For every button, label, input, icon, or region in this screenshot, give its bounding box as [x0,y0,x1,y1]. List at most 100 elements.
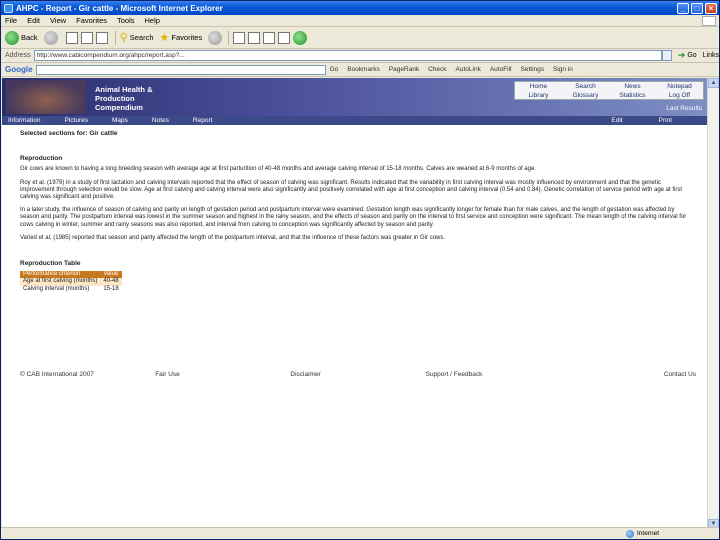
brand-line: Production [95,94,135,103]
google-autolink-button[interactable]: AutoLink [456,66,481,73]
tab-maps[interactable]: Maps [112,117,128,124]
maximize-button[interactable]: □ [691,2,703,14]
home-icon[interactable] [95,31,108,44]
table-cell: Calving interval (months) [23,285,90,292]
menu-help[interactable]: Help [145,16,160,25]
google-toolbar: Google Go Bookmarks PageRank Check AutoL… [1,63,719,77]
refresh-icon[interactable] [80,31,93,44]
table-header-row: Performance criterion Value [20,271,122,279]
discuss-icon[interactable] [278,31,291,44]
search-label: Search [129,33,154,42]
search-icon: ⚲ [119,32,128,44]
windows-logo-icon [702,15,716,26]
copyright-text: © CAB International 2007 [20,371,94,378]
menu-favorites[interactable]: Favorites [76,16,107,25]
menu-tools[interactable]: Tools [117,16,135,25]
menu-file[interactable]: File [5,16,17,25]
table-cell: 15-18 [103,285,119,292]
table-cell: Age at first calving (months) [20,278,101,286]
stop-icon[interactable] [65,31,78,44]
favorites-label: Favorites [171,33,203,42]
security-zone: Internet [626,529,660,538]
last-results-link[interactable]: Last Results [666,105,702,112]
go-arrow-icon: ➔ [677,50,686,60]
nav-glossary[interactable]: Glossary [562,91,609,100]
nav-logoff[interactable]: Log Off [656,91,703,100]
back-button[interactable]: Back [5,30,38,45]
report-content: Selected sections for: Gir cattle Reprod… [2,125,708,293]
table-header: Performance criterion [20,271,101,279]
nav-home[interactable]: Home [515,82,562,91]
google-pagerank[interactable]: PageRank [389,66,419,73]
contact-us-link[interactable]: Contact Us [561,371,696,378]
page-viewport: Animal Health & Production Compendium Ho… [2,78,708,529]
toolbar-separator [114,30,116,45]
address-dropdown-button[interactable] [661,50,672,61]
menu-bar: File Edit View Favorites Tools Help [1,15,719,27]
table-row: Calving interval (months) 15-18 [20,286,122,293]
table-title: Reproduction Table [20,260,81,268]
zone-label: Internet [637,530,660,537]
back-label: Back [21,33,38,42]
google-go-button[interactable]: Go [330,66,339,73]
nav-notepad[interactable]: Notepad [656,82,703,91]
go-button[interactable]: ➔ Go [678,50,697,61]
search-button[interactable]: ⚲ Search [120,31,154,44]
section-tabs: Information Pictures Maps Notes Report E… [2,116,708,125]
print-icon[interactable] [248,31,261,44]
nav-news[interactable]: News [609,82,656,91]
tab-print[interactable]: Print [659,117,672,124]
disclaimer-link[interactable]: Disclaimer [290,371,425,378]
reproduction-table: Performance criterion Value Age at first… [20,271,122,293]
table-cell: 40-48 [100,278,122,286]
address-input[interactable]: http://www.cabicompendium.org/ahpc/repor… [33,50,662,61]
page-title: Selected sections for: Gir cattle [20,130,118,137]
mail-icon[interactable] [233,31,246,44]
google-logo[interactable]: Google [5,65,33,74]
google-search-input[interactable] [35,64,326,75]
menu-edit[interactable]: Edit [27,16,40,25]
brand-line: Animal Health & [95,85,153,94]
paragraph: In a later study, the influence of seaso… [20,207,687,228]
favorites-button[interactable]: ★ Favorites [160,31,203,44]
site-banner: Animal Health & Production Compendium Ho… [2,78,708,116]
google-check-button[interactable]: Check [428,66,446,73]
forward-arrow-icon [43,30,58,45]
close-button[interactable]: × [705,2,717,14]
standard-toolbar: Back ⚲ Search ★ Favorites [1,27,719,49]
table-header: Value [100,271,122,279]
google-settings-button[interactable]: Settings [521,66,545,73]
nav-statistics[interactable]: Statistics [609,91,656,100]
banner-image [6,80,86,114]
scroll-up-icon[interactable]: ▲ [708,78,719,88]
minimize-button[interactable]: _ [677,2,689,14]
tab-pictures[interactable]: Pictures [65,117,88,124]
google-bookmarks-button[interactable]: Bookmarks [347,66,380,73]
history-icon[interactable] [208,30,223,45]
google-signin-button[interactable]: Sign in [553,66,573,73]
reproduction-table-section: Reproduction Table Performance criterion… [20,260,690,293]
paragraph: Varied et al. (1985) reported that seaso… [20,234,446,241]
tab-edit[interactable]: Edit [611,117,622,124]
forward-button[interactable] [43,30,60,45]
status-bar: Internet [1,527,719,539]
menu-view[interactable]: View [50,16,66,25]
nav-search[interactable]: Search [562,82,609,91]
messenger-icon[interactable] [293,30,308,45]
nav-library[interactable]: Library [515,91,562,100]
support-feedback-link[interactable]: Support / Feedback [426,371,561,378]
vertical-scrollbar[interactable]: ▲ ▼ [707,78,719,529]
tab-information[interactable]: Information [8,117,41,124]
fair-use-link[interactable]: Fair Use [155,371,290,378]
window-title: AHPC - Report - Gir cattle - Microsoft I… [16,3,223,13]
table-row: Age at first calving (months) 40-48 [20,278,122,286]
section-heading: Reproduction [20,155,63,163]
google-autofill-button[interactable]: AutoFill [490,66,512,73]
toolbar-separator [228,30,230,45]
tab-report[interactable]: Report [193,117,213,124]
tab-notes[interactable]: Notes [152,117,169,124]
paragraph: Roy et al. (1979) in a study of first la… [20,179,683,201]
links-label[interactable]: Links [703,52,719,59]
page-footer: © CAB International 2007 Fair Use Discla… [20,371,696,378]
edit-icon[interactable] [263,31,276,44]
